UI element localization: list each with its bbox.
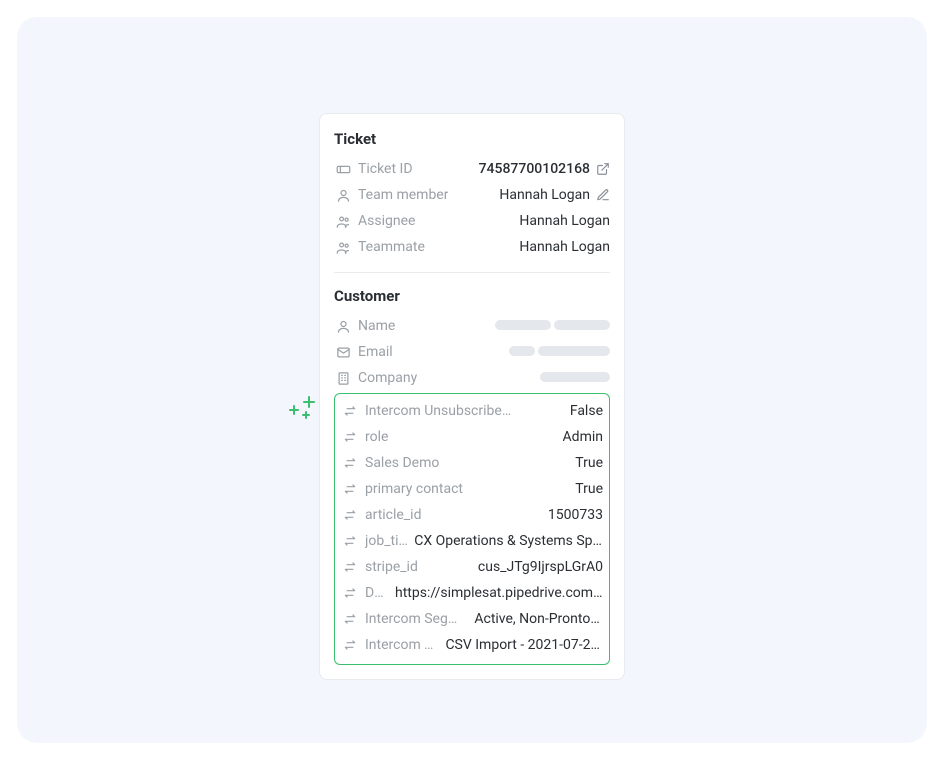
sync-icon [341,404,359,418]
synced-label: Intercom Tag [365,632,439,658]
user-icon [334,188,352,203]
customer-company-label: Company [358,365,417,391]
assignee-row: Assignee Hannah Logan [334,208,610,234]
synced-label: job_title [365,528,408,554]
customer-email-label: Email [358,339,393,365]
building-icon [334,371,352,386]
synced-value: https://simplesat.pipedrive.com/deal… [395,580,603,606]
team-member-row: Team member Hannah Logan [334,182,610,208]
sync-icon [341,638,359,652]
synced-value: cus_JTg9IjrspLGrA0 [478,554,603,580]
synced-row: Sales Demo True [341,450,603,476]
customer-section-title: Customer [334,287,610,305]
synced-value: CSV Import - 2021-07-20 1… [445,632,603,658]
synced-label: Sales Demo [365,450,439,476]
ticket-icon [334,162,352,177]
section-divider [334,272,610,273]
mail-icon [334,345,352,360]
synced-value: CX Operations & Systems Specia… [414,528,603,554]
ticket-id-value: 74587700102168 [479,156,590,182]
teammate-label: Teammate [358,234,425,260]
external-link-icon[interactable] [596,162,610,176]
assignee-value: Hannah Logan [519,208,610,234]
synced-row: Deal https://simplesat.pipedrive.com/dea… [341,580,603,606]
canvas: Ticket Ticket ID 74587700102168 Team mem… [17,17,927,743]
sparkle-icon [284,392,324,432]
customer-name-row: Name [334,313,610,339]
synced-row: job_title CX Operations & Systems Specia… [341,528,603,554]
ticket-id-label: Ticket ID [358,156,413,182]
synced-row: primary contact True [341,476,603,502]
synced-row: role Admin [341,424,603,450]
synced-label: Deal [365,580,389,606]
team-member-value: Hannah Logan [499,182,590,208]
synced-value: True [575,476,603,502]
ticket-section-title: Ticket [334,130,610,148]
sync-icon [341,560,359,574]
ticket-id-row: Ticket ID 74587700102168 [334,156,610,182]
sync-icon [341,508,359,522]
customer-email-row: Email [334,339,610,365]
synced-value: True [575,450,603,476]
sync-icon [341,586,359,600]
team-member-label: Team member [358,182,448,208]
synced-row: Intercom Tag CSV Import - 2021-07-20 1… [341,632,603,658]
sync-icon [341,482,359,496]
synced-label: stripe_id [365,554,418,580]
skeleton-placeholder [509,339,610,365]
synced-value: Admin [563,424,603,450]
group-icon [334,214,352,229]
teammate-value: Hannah Logan [519,234,610,260]
sync-icon [341,612,359,626]
synced-value: False [570,398,603,424]
synced-label: primary contact [365,476,463,502]
synced-label: article_id [365,502,421,528]
synced-attributes-highlight: Intercom Unsubscribed Fro… False role Ad… [334,393,610,665]
user-icon [334,319,352,334]
edit-icon[interactable] [596,188,610,202]
synced-row: article_id 1500733 [341,502,603,528]
synced-label: Intercom Unsubscribed Fro… [365,398,515,424]
synced-value: 1500733 [548,502,603,528]
teammate-row: Teammate Hannah Logan [334,234,610,260]
synced-row: Intercom Unsubscribed Fro… False [341,398,603,424]
group-icon [334,240,352,255]
assignee-label: Assignee [358,208,415,234]
sync-icon [341,534,359,548]
customer-name-label: Name [358,313,395,339]
sync-icon [341,430,359,444]
customer-company-row: Company [334,365,610,391]
synced-label: Intercom Segment [365,606,468,632]
synced-row: stripe_id cus_JTg9IjrspLGrA0 [341,554,603,580]
synced-label: role [365,424,388,450]
details-card: Ticket Ticket ID 74587700102168 Team mem… [319,113,625,680]
skeleton-placeholder [495,313,610,339]
sync-icon [341,456,359,470]
synced-row: Intercom Segment Active, Non-Pronto cli… [341,606,603,632]
skeleton-placeholder [540,365,610,391]
synced-value: Active, Non-Pronto cli… [474,606,603,632]
